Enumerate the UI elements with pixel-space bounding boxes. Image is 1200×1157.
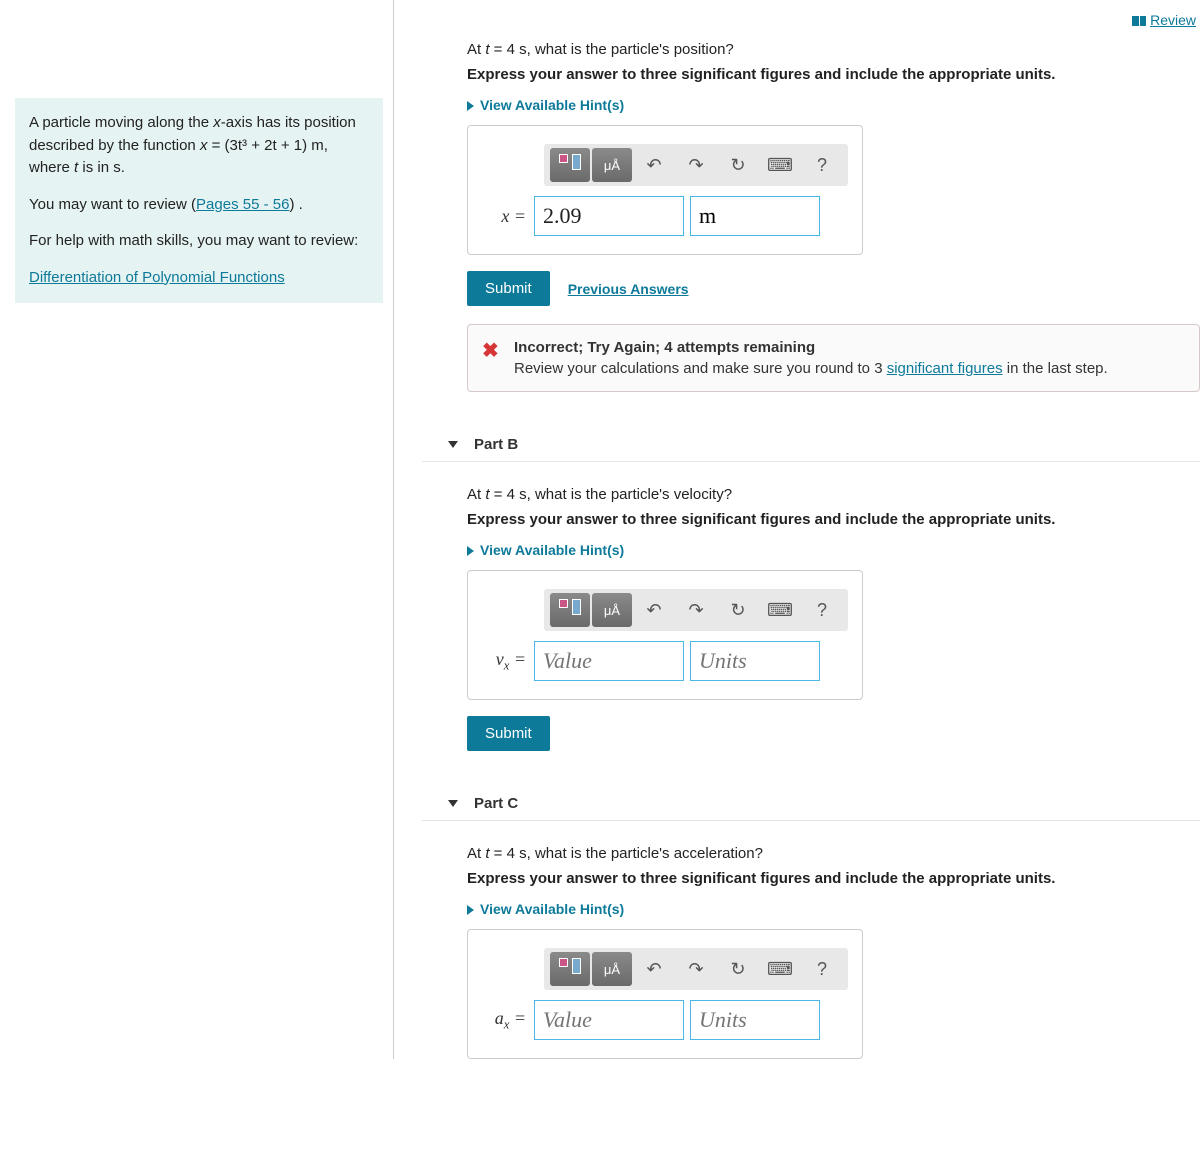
templates-icon[interactable] xyxy=(550,593,590,627)
text: At xyxy=(467,845,485,862)
units-button[interactable]: μÅ xyxy=(592,593,632,627)
reset-icon[interactable]: ↻ xyxy=(718,952,758,986)
undo-icon[interactable]: ↶ xyxy=(634,952,674,986)
part-b-submit-button[interactable]: Submit xyxy=(467,716,550,751)
text: Review your calculations and make sure y… xyxy=(514,360,887,377)
vertical-divider xyxy=(393,0,394,1059)
text: = 4 s, what is the particle's accelerati… xyxy=(490,845,763,862)
part-b-hints-toggle[interactable]: View Available Hint(s) xyxy=(467,542,1200,558)
part-a-answer-box: μÅ ↶ ↷ ↻ ⌨ ? x = xyxy=(467,125,863,255)
part-b-section: At t = 4 s, what is the particle's veloc… xyxy=(422,486,1200,751)
part-c-toolbar: μÅ ↶ ↷ ↻ ⌨ ? xyxy=(544,948,848,990)
redo-icon[interactable]: ↷ xyxy=(676,593,716,627)
part-b-answer-box: μÅ ↶ ↷ ↻ ⌨ ? vx = xyxy=(467,570,863,700)
help-icon[interactable]: ? xyxy=(802,593,842,627)
part-c-instruction: Express your answer to three significant… xyxy=(467,870,1200,887)
part-a-submit-button[interactable]: Submit xyxy=(467,271,550,306)
part-c-question: At t = 4 s, what is the particle's accel… xyxy=(467,845,1200,862)
part-b-toolbar: μÅ ↶ ↷ ↻ ⌨ ? xyxy=(544,589,848,631)
differentiation-link[interactable]: Differentiation of Polynomial Functions xyxy=(29,269,285,286)
help-icon[interactable]: ? xyxy=(802,148,842,182)
part-c-hints-toggle[interactable]: View Available Hint(s) xyxy=(467,901,1200,917)
part-b-header[interactable]: Part B xyxy=(422,428,1200,462)
hints-label: View Available Hint(s) xyxy=(480,901,624,917)
feedback-body: Review your calculations and make sure y… xyxy=(514,358,1185,379)
hints-label: View Available Hint(s) xyxy=(480,542,624,558)
text: At xyxy=(467,486,485,503)
help-icon[interactable]: ? xyxy=(802,952,842,986)
review-pages: You may want to review (Pages 55 - 56) . xyxy=(29,194,369,217)
part-b-var-label: vx = xyxy=(482,649,528,674)
reset-icon[interactable]: ↻ xyxy=(718,148,758,182)
math-skills-intro: For help with math skills, you may want … xyxy=(29,230,369,253)
part-c-header[interactable]: Part C xyxy=(422,787,1200,821)
part-a-section: At t = 4 s, what is the particle's posit… xyxy=(422,41,1200,392)
part-a-question: At t = 4 s, what is the particle's posit… xyxy=(467,41,1200,58)
text: in the last step. xyxy=(1003,360,1108,377)
keyboard-icon[interactable]: ⌨ xyxy=(760,952,800,986)
part-a-instruction: Express your answer to three significant… xyxy=(467,66,1200,83)
keyboard-icon[interactable]: ⌨ xyxy=(760,148,800,182)
part-c-var-label: ax = xyxy=(482,1008,528,1033)
part-c-value-input[interactable] xyxy=(534,1000,684,1040)
caret-down-icon xyxy=(448,441,458,448)
caret-right-icon xyxy=(467,905,474,915)
text: = 4 s, what is the particle's velocity? xyxy=(490,486,733,503)
text: ) . xyxy=(289,196,302,213)
caret-right-icon xyxy=(467,101,474,111)
equation: = (3t³ + 2t + 1) m xyxy=(207,137,323,154)
redo-icon[interactable]: ↷ xyxy=(676,952,716,986)
text: A particle moving along the xyxy=(29,114,213,131)
text: At xyxy=(467,41,485,58)
problem-statement: A particle moving along the x-axis has i… xyxy=(29,112,369,180)
part-a-var-label: x = xyxy=(482,206,528,227)
text: You may want to review ( xyxy=(29,196,196,213)
part-c-title: Part C xyxy=(474,795,518,812)
text: = 4 s, what is the particle's position? xyxy=(490,41,734,58)
undo-icon[interactable]: ↶ xyxy=(634,148,674,182)
part-b-question: At t = 4 s, what is the particle's veloc… xyxy=(467,486,1200,503)
feedback-title: Incorrect; Try Again; 4 attempts remaini… xyxy=(514,337,1185,358)
part-a-feedback: ✖ Incorrect; Try Again; 4 attempts remai… xyxy=(467,324,1200,392)
part-c-answer-box: μÅ ↶ ↷ ↻ ⌨ ? ax = xyxy=(467,929,863,1059)
caret-down-icon xyxy=(448,800,458,807)
book-icon xyxy=(1132,16,1146,26)
caret-right-icon xyxy=(467,546,474,556)
keyboard-icon[interactable]: ⌨ xyxy=(760,593,800,627)
units-button[interactable]: μÅ xyxy=(592,952,632,986)
text: is in s. xyxy=(78,159,125,176)
undo-icon[interactable]: ↶ xyxy=(634,593,674,627)
incorrect-icon: ✖ xyxy=(482,337,499,365)
var-x: x xyxy=(213,114,221,131)
redo-icon[interactable]: ↷ xyxy=(676,148,716,182)
part-a-units-input[interactable] xyxy=(690,196,820,236)
part-b-instruction: Express your answer to three significant… xyxy=(467,511,1200,528)
templates-icon[interactable] xyxy=(550,148,590,182)
part-c-units-input[interactable] xyxy=(690,1000,820,1040)
problem-info-box: A particle moving along the x-axis has i… xyxy=(15,98,383,303)
pages-link[interactable]: Pages 55 - 56 xyxy=(196,196,289,213)
previous-answers-link[interactable]: Previous Answers xyxy=(568,281,689,297)
part-b-units-input[interactable] xyxy=(690,641,820,681)
hints-label: View Available Hint(s) xyxy=(480,97,624,113)
templates-icon[interactable] xyxy=(550,952,590,986)
part-b-value-input[interactable] xyxy=(534,641,684,681)
part-c-section: At t = 4 s, what is the particle's accel… xyxy=(422,845,1200,1059)
sig-figures-link[interactable]: significant figures xyxy=(887,360,1003,377)
reset-icon[interactable]: ↻ xyxy=(718,593,758,627)
part-b-title: Part B xyxy=(474,436,518,453)
part-a-toolbar: μÅ ↶ ↷ ↻ ⌨ ? xyxy=(544,144,848,186)
part-a-value-input[interactable] xyxy=(534,196,684,236)
part-a-hints-toggle[interactable]: View Available Hint(s) xyxy=(467,97,1200,113)
units-button[interactable]: μÅ xyxy=(592,148,632,182)
review-link[interactable]: Review xyxy=(1150,12,1196,28)
